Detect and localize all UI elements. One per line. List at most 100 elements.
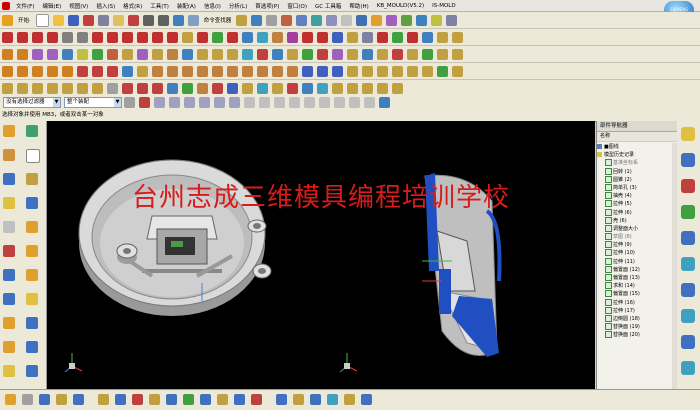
intersect-icon[interactable]: [227, 48, 238, 60]
menu-is-mold[interactable]: IS-MOLD: [428, 3, 459, 9]
linear-dimension-icon[interactable]: [302, 65, 313, 77]
join-curve-icon[interactable]: [332, 31, 343, 43]
save-icon[interactable]: [67, 14, 79, 26]
wcs-icon[interactable]: [431, 14, 443, 26]
checkbox-icon[interactable]: [605, 208, 612, 216]
swept-icon[interactable]: [47, 65, 58, 77]
snap-endpoint-icon[interactable]: [244, 97, 255, 108]
checkbox-icon[interactable]: [605, 233, 612, 241]
delete-icon[interactable]: [127, 14, 139, 26]
slider-lifter-icon[interactable]: [272, 82, 283, 94]
invert-blank-icon[interactable]: [183, 394, 194, 405]
cut-face-icon[interactable]: [377, 65, 388, 77]
mirror-curve-icon[interactable]: [392, 31, 403, 43]
boss-icon[interactable]: [47, 48, 58, 60]
select-edge-icon[interactable]: [184, 97, 195, 108]
tree-item[interactable]: 替换面 (20): [597, 331, 677, 339]
shell-icon[interactable]: [272, 48, 283, 60]
navigator-name-column[interactable]: 名称: [597, 132, 677, 142]
replace-feature-icon[interactable]: [62, 82, 73, 94]
measure-body-icon[interactable]: [310, 394, 321, 405]
redo-icon[interactable]: [157, 14, 169, 26]
open-folder-icon[interactable]: [52, 14, 64, 26]
snap-existing-point-icon[interactable]: [334, 97, 345, 108]
paste-icon[interactable]: [112, 14, 124, 26]
checkbox-icon[interactable]: [605, 200, 612, 208]
measure-icon[interactable]: [401, 14, 413, 26]
tree-item[interactable]: 替换面 (19): [597, 323, 677, 331]
through-curves-icon[interactable]: [17, 65, 28, 77]
shaded-icon[interactable]: [311, 14, 323, 26]
start-button[interactable]: 开始·: [18, 16, 31, 24]
tree-item[interactable]: 拉伸 (6): [597, 208, 677, 217]
ruled-surface-icon[interactable]: [2, 65, 13, 77]
reorder-feature-icon[interactable]: [47, 82, 58, 94]
snap-bounded-grid-icon[interactable]: [379, 97, 390, 108]
snap-quadrant-icon[interactable]: [319, 97, 330, 108]
runner-icon[interactable]: [302, 82, 313, 94]
workpiece-icon[interactable]: [197, 82, 208, 94]
pan-icon[interactable]: [296, 14, 308, 26]
web-browser-icon[interactable]: [26, 221, 38, 233]
make-parallel-icon[interactable]: [272, 65, 283, 77]
rectangle-select-icon[interactable]: [229, 97, 240, 108]
checkbox-icon[interactable]: [605, 306, 612, 314]
tree-item[interactable]: ■图线: [597, 143, 677, 151]
scale-curve-icon[interactable]: [437, 31, 448, 43]
suppress-feature-icon[interactable]: [77, 82, 88, 94]
unite-icon[interactable]: [197, 48, 208, 60]
cone-icon[interactable]: [167, 48, 178, 60]
cylinder-icon[interactable]: [152, 48, 163, 60]
electrode-tool-icon[interactable]: [26, 317, 38, 329]
pattern-face-icon[interactable]: [422, 65, 433, 77]
snap-intersection-icon[interactable]: [289, 97, 300, 108]
rectangle-icon[interactable]: [92, 31, 103, 43]
process-studio-icon[interactable]: [3, 197, 15, 209]
update-icon[interactable]: [152, 82, 163, 94]
menu-edit[interactable]: 编辑(E): [38, 2, 65, 10]
checkbox-icon[interactable]: [605, 216, 612, 224]
draft-icon[interactable]: [287, 48, 298, 60]
wcs-origin-icon[interactable]: [5, 394, 16, 405]
edit-curve-icon[interactable]: [347, 31, 358, 43]
select-feature-icon[interactable]: [139, 97, 150, 108]
copy-face-icon[interactable]: [362, 65, 373, 77]
tree-item[interactable]: 调整面大小: [597, 224, 677, 233]
zoom-icon[interactable]: [266, 14, 278, 26]
assembly-navigator-icon[interactable]: [3, 125, 15, 137]
tree-item[interactable]: 拉伸 (11): [597, 257, 677, 266]
circle-icon[interactable]: [152, 31, 163, 43]
menu-assembly[interactable]: 装配(A): [173, 2, 200, 10]
pattern-icon[interactable]: [302, 48, 313, 60]
snap-center-icon[interactable]: [304, 97, 315, 108]
spline-icon[interactable]: [32, 31, 43, 43]
pad-icon[interactable]: [77, 48, 88, 60]
roles-icon[interactable]: [3, 221, 15, 233]
select-body-icon[interactable]: [154, 97, 165, 108]
mold-wizard-icon[interactable]: [167, 82, 178, 94]
menu-view[interactable]: 视图(V): [65, 2, 92, 10]
isoparametric-curve-icon[interactable]: [422, 31, 433, 43]
group-face-icon[interactable]: [347, 65, 358, 77]
clearance-icon[interactable]: [361, 394, 372, 405]
wireframe-icon[interactable]: [326, 14, 338, 26]
checkbox-icon[interactable]: [605, 159, 612, 167]
measure-distance-icon[interactable]: [276, 394, 287, 405]
curve-length-icon[interactable]: [362, 31, 373, 43]
polygon-icon[interactable]: [107, 31, 118, 43]
edit-parameters-icon[interactable]: [2, 82, 13, 94]
split-body-icon[interactable]: [362, 48, 373, 60]
hd3d-tools-icon[interactable]: [3, 293, 15, 305]
tree-item[interactable]: 圆锥 (2): [597, 175, 677, 184]
tree-item[interactable]: 壳 (6): [597, 216, 677, 225]
law-curve-icon[interactable]: [182, 31, 193, 43]
simple-radius-icon[interactable]: [344, 394, 355, 405]
menu-help[interactable]: 帮助(H): [345, 2, 372, 10]
move-to-layer-icon[interactable]: [217, 394, 228, 405]
helix-icon[interactable]: [167, 31, 178, 43]
system-materials-icon[interactable]: [26, 173, 38, 185]
color-palette-icon[interactable]: [681, 179, 695, 193]
constraint-navigator-icon[interactable]: [26, 125, 38, 137]
library-icon[interactable]: [26, 293, 38, 305]
snap-control-point-icon[interactable]: [274, 97, 285, 108]
